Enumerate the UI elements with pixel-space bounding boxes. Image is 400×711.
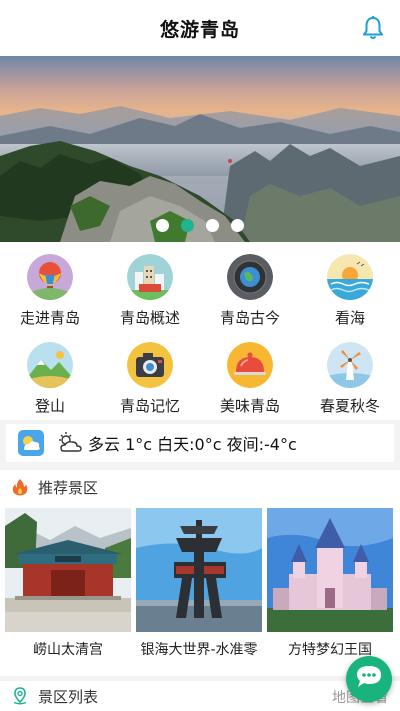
weather-app-icon <box>18 430 44 456</box>
category-label: 青岛概述 <box>119 309 180 327</box>
scenic-card-taiqing[interactable]: 崂山太清宫 <box>5 508 131 668</box>
weather-text: 多云 1°c 白天:0°c 夜间:-4°c <box>88 435 297 454</box>
category-label: 青岛记忆 <box>119 397 180 415</box>
category-item-jiyi[interactable]: 青岛记忆 <box>100 330 200 420</box>
category-item-gaishu[interactable]: 青岛概述 <box>100 242 200 330</box>
category-item-kanhai[interactable]: 看海 <box>300 242 400 330</box>
category-label: 登山 <box>34 397 65 415</box>
carousel-dot-active[interactable] <box>181 219 194 232</box>
recommended-section: 推荐景区 崂山太清宫 银海大世界-水准零 方特梦幻王国 <box>0 470 400 676</box>
category-item-gujin[interactable]: 青岛古今 <box>200 242 300 330</box>
weather-box[interactable]: 多云 1°c 白天:0°c 夜间:-4°c <box>6 424 394 462</box>
hero-banner[interactable] <box>0 56 400 242</box>
scenic-card-yinhai[interactable]: 银海大世界-水准零 <box>136 508 262 668</box>
page-title: 悠游青岛 <box>159 18 240 41</box>
category-label: 青岛古今 <box>219 309 280 327</box>
category-item-dengshan[interactable]: 登山 <box>0 330 100 420</box>
scenic-card-fangte[interactable]: 方特梦幻王国 <box>267 508 393 668</box>
windmill-icon <box>327 342 373 388</box>
scenic-list-title: 景区列表 <box>38 687 99 706</box>
category-item-siji[interactable]: 春夏秋冬 <box>300 330 400 420</box>
category-grid: 走进青岛 青岛概述 青岛古今 看海 登山 青岛记忆 美味青岛 春夏秋冬 <box>0 242 400 420</box>
category-label: 走进青岛 <box>19 309 80 327</box>
section-title: 推荐景区 <box>38 478 99 497</box>
carousel-dot[interactable] <box>231 219 244 232</box>
recommended-header: 推荐景区 <box>0 470 400 504</box>
city-overview-icon <box>127 254 173 300</box>
globe-record-icon <box>227 254 273 300</box>
mountain-landscape-image <box>0 56 400 242</box>
category-label: 春夏秋冬 <box>319 397 380 415</box>
fire-icon <box>12 478 28 496</box>
carousel-dot[interactable] <box>156 219 169 232</box>
scenic-photo <box>5 508 131 632</box>
carousel-dot[interactable] <box>206 219 219 232</box>
category-label: 看海 <box>334 309 365 327</box>
scenic-caption: 崂山太清宫 <box>33 642 103 658</box>
chat-button[interactable] <box>346 656 392 702</box>
app-header: 悠游青岛 <box>0 0 400 56</box>
scenic-photo <box>136 508 262 632</box>
bell-icon[interactable] <box>360 15 386 41</box>
category-item-zoujin[interactable]: 走进青岛 <box>0 242 100 330</box>
food-cloche-icon <box>227 342 273 388</box>
scenic-photo <box>267 508 393 632</box>
sea-sunset-icon <box>327 254 373 300</box>
category-label: 美味青岛 <box>219 397 280 415</box>
category-item-meiwei[interactable]: 美味青岛 <box>200 330 300 420</box>
scenic-list-header: 景区列表 地图查看 <box>0 681 400 711</box>
recommended-list: 崂山太清宫 银海大世界-水准零 方特梦幻王国 <box>5 508 395 668</box>
carousel-indicators <box>0 219 400 232</box>
weather-bar: 多云 1°c 白天:0°c 夜间:-4°c <box>0 420 400 466</box>
hot-air-balloon-icon <box>27 254 73 300</box>
location-pin-icon <box>12 687 28 705</box>
cloudy-icon <box>56 431 84 455</box>
camera-icon <box>127 342 173 388</box>
scenic-caption: 银海大世界-水准零 <box>140 642 258 658</box>
chat-bubble-icon <box>355 664 383 694</box>
mountain-icon <box>27 342 73 388</box>
